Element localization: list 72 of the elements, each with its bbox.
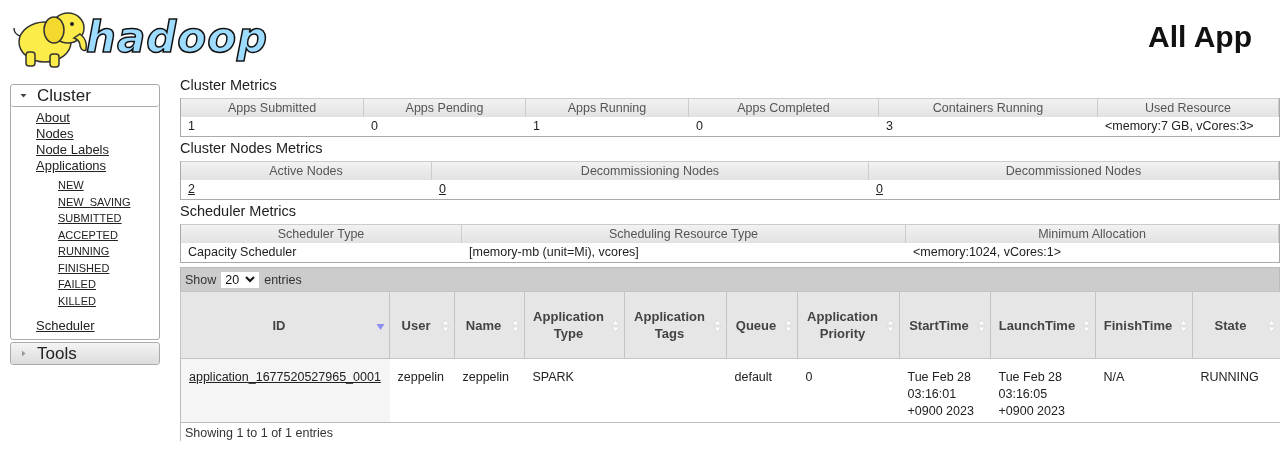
section-title: Scheduler Metrics bbox=[180, 202, 298, 221]
section-title: Cluster Metrics bbox=[180, 76, 278, 95]
nav-link[interactable]: ACCEPTED bbox=[58, 228, 118, 241]
table-cell: zeppelin bbox=[462, 370, 510, 384]
column-header: Active Nodes bbox=[181, 161, 432, 180]
nav-link[interactable]: Nodes bbox=[36, 126, 74, 141]
sidebar-section-header[interactable]: Tools bbox=[11, 343, 159, 364]
nav-link[interactable]: KILLED bbox=[58, 294, 96, 307]
table-cell: 0 bbox=[805, 370, 813, 384]
table-cell: RUNNING bbox=[1200, 370, 1259, 384]
column-header[interactable]: ID bbox=[180, 291, 390, 359]
column-header[interactable]: LaunchTime bbox=[990, 291, 1096, 359]
table-cell: zeppelin bbox=[397, 370, 445, 384]
metric-link[interactable]: 0 bbox=[876, 182, 883, 196]
nav-link[interactable]: Node Labels bbox=[36, 142, 109, 157]
nav-link[interactable]: SUBMITTED bbox=[58, 212, 122, 224]
column-header: Decommissioning Nodes bbox=[432, 161, 869, 180]
column-header[interactable]: Queue bbox=[726, 291, 798, 359]
column-header: Apps Submitted bbox=[181, 98, 364, 117]
metric-value: Capacity Scheduler bbox=[188, 245, 297, 259]
collapse-arrow-icon bbox=[19, 91, 28, 100]
column-header: Minimum Allocation bbox=[906, 224, 1279, 243]
metric-value: 0 bbox=[371, 119, 378, 133]
expand-arrow-icon bbox=[19, 349, 28, 358]
column-header: Scheduling Resource Type bbox=[462, 224, 906, 243]
metric-value: 0 bbox=[696, 119, 703, 133]
application-link[interactable]: application_1677520527965_0001 bbox=[189, 370, 381, 384]
table-cell: SPARK bbox=[532, 370, 574, 384]
show-label: Show bbox=[185, 272, 217, 287]
nav-link[interactable]: Scheduler bbox=[36, 318, 95, 333]
nav-link[interactable]: Applications bbox=[36, 158, 107, 173]
section-title: Cluster Nodes Metrics bbox=[180, 139, 324, 158]
column-header[interactable]: State bbox=[1192, 291, 1280, 359]
nav-link[interactable]: NEW bbox=[58, 179, 84, 191]
column-header: Apps Running bbox=[526, 98, 689, 117]
entries-label: entries bbox=[264, 272, 302, 287]
column-header[interactable]: Application Tags bbox=[624, 291, 727, 359]
column-header: Apps Pending bbox=[364, 98, 526, 117]
page-title: All App bbox=[1148, 20, 1252, 54]
column-header: Used Resource bbox=[1098, 98, 1279, 117]
column-header[interactable]: StartTime bbox=[899, 291, 991, 359]
column-header: Scheduler Type bbox=[181, 224, 462, 243]
nav-link[interactable]: NEW_SAVING bbox=[58, 195, 131, 208]
column-header[interactable]: Name bbox=[454, 291, 525, 359]
column-header[interactable]: Application Type bbox=[524, 291, 625, 359]
metric-value: <memory:1024, vCores:1> bbox=[913, 245, 1061, 259]
chevron-down-icon bbox=[245, 276, 256, 283]
metric-value: 1 bbox=[533, 119, 540, 133]
nav-link[interactable]: RUNNING bbox=[58, 245, 110, 257]
metric-link[interactable]: 2 bbox=[188, 182, 195, 196]
metric-value: <memory:7 GB, vCores:3> bbox=[1105, 119, 1254, 133]
metric-value: 3 bbox=[886, 119, 893, 133]
table-cell: default bbox=[734, 370, 773, 384]
nav-link[interactable]: FAILED bbox=[58, 278, 96, 290]
column-header[interactable]: FinishTime bbox=[1095, 291, 1193, 359]
column-header: Containers Running bbox=[879, 98, 1098, 117]
table-cell: Tue Feb 28 03:16:01 +0900 2023 bbox=[907, 370, 974, 418]
metric-value: 1 bbox=[188, 119, 195, 133]
table-cell: Tue Feb 28 03:16:05 +0900 2023 bbox=[998, 370, 1065, 418]
sidebar-section-header[interactable]: Cluster bbox=[11, 85, 159, 107]
metric-link[interactable]: 0 bbox=[439, 182, 446, 196]
logo-text: hadoop bbox=[86, 12, 269, 62]
column-header: Apps Completed bbox=[689, 98, 879, 117]
column-header[interactable]: User bbox=[389, 291, 455, 359]
column-header: Decommissioned Nodes bbox=[869, 161, 1279, 180]
table-cell: N/A bbox=[1103, 370, 1125, 384]
nav-link[interactable]: FINISHED bbox=[58, 261, 110, 274]
column-header[interactable]: Application Priority bbox=[797, 291, 900, 359]
metric-value: [memory-mb (unit=Mi), vcores] bbox=[469, 245, 639, 259]
nav-link[interactable]: About bbox=[36, 110, 70, 125]
table-info: Showing 1 to 1 of 1 entries bbox=[180, 423, 1280, 441]
page-size-select[interactable]: 20 bbox=[221, 271, 260, 288]
